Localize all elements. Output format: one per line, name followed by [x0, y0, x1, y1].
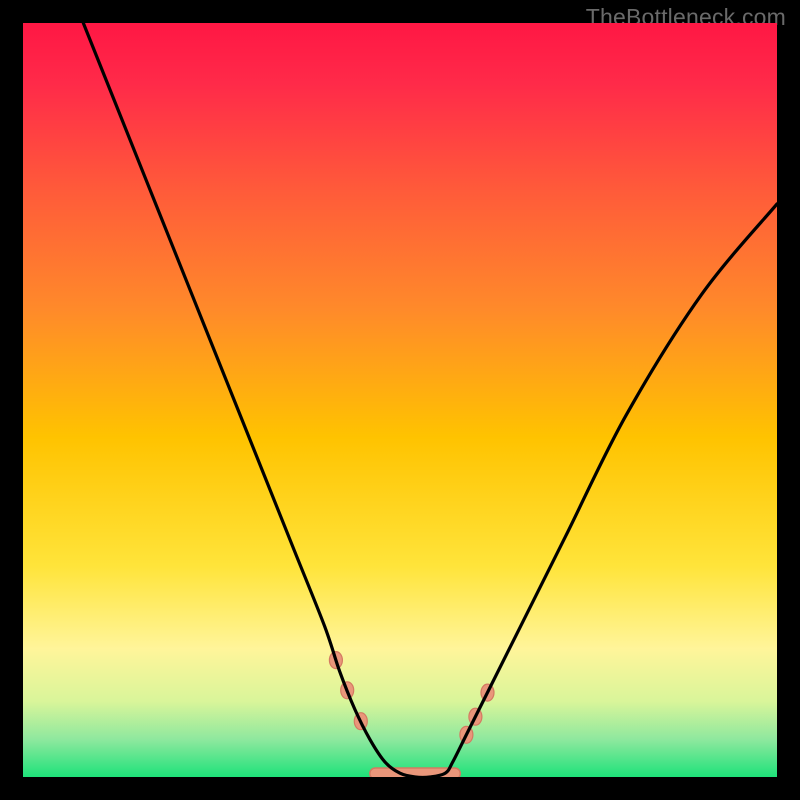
chart-frame: TheBottleneck.com [0, 0, 800, 800]
gradient-background [23, 23, 777, 777]
bottleneck-plot [23, 23, 777, 777]
